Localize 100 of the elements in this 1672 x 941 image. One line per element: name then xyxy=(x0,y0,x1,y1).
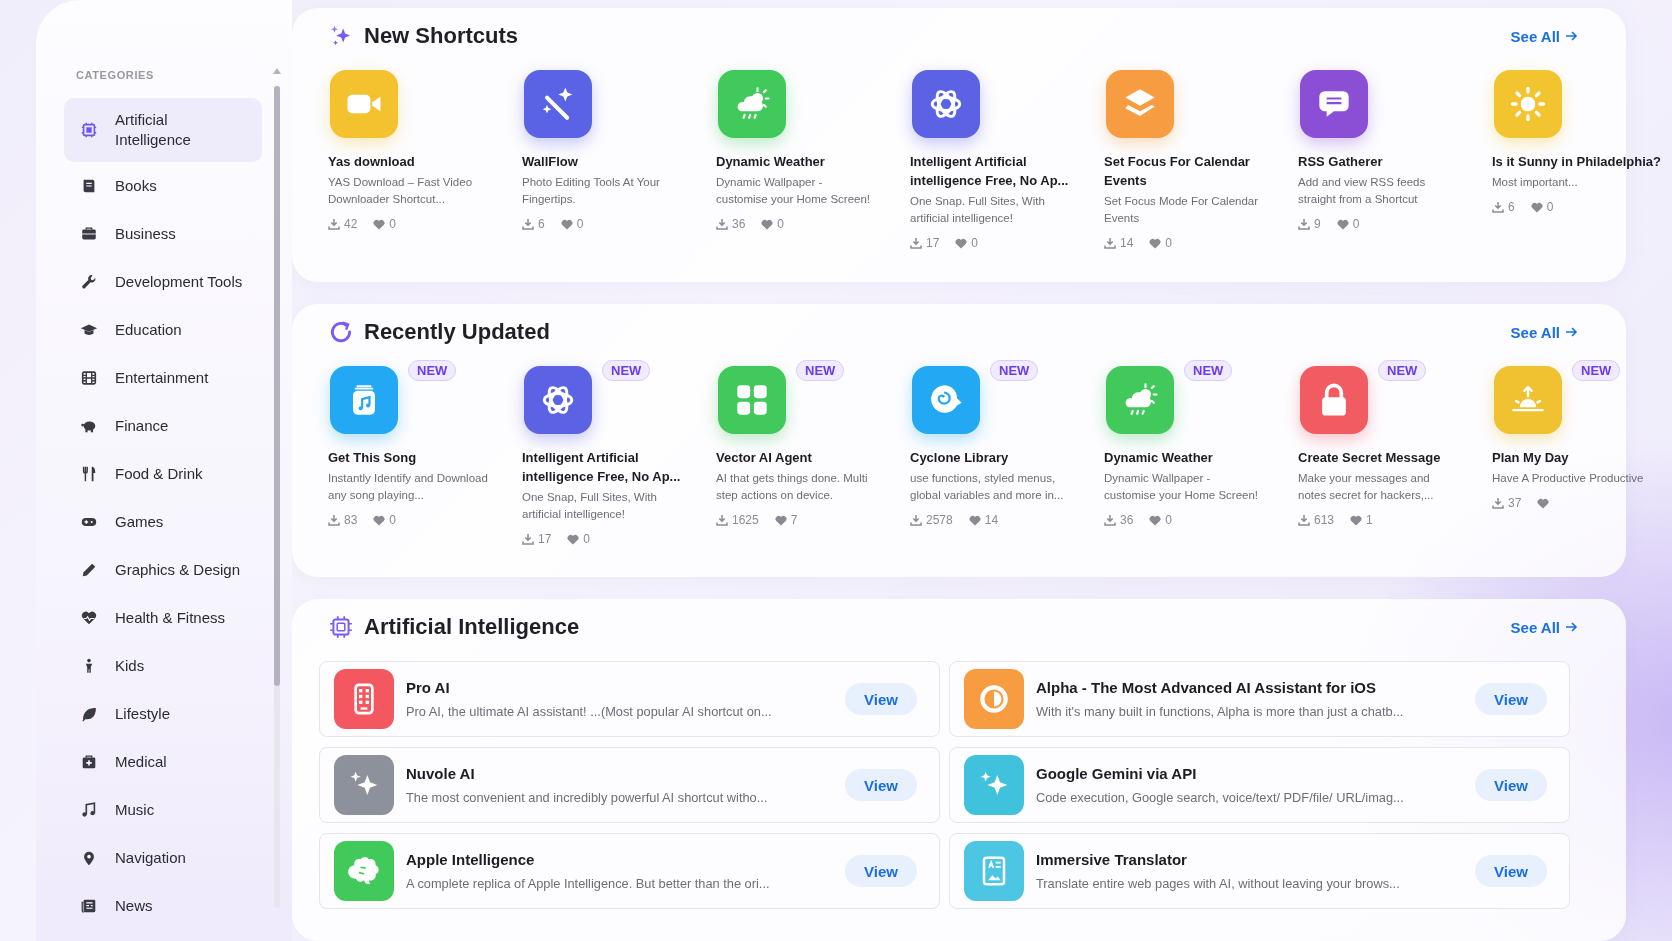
like-count: 0 xyxy=(1165,236,1173,250)
app-tile[interactable] xyxy=(1106,70,1174,138)
download-icon xyxy=(1492,497,1504,509)
shortcut-title[interactable]: Dynamic Weather xyxy=(1104,448,1274,467)
category-item[interactable]: Books xyxy=(64,162,262,210)
shortcut-title[interactable]: WallFlow xyxy=(522,152,692,171)
new-badge: NEW xyxy=(1184,360,1233,381)
shortcut-row[interactable]: Pro AI Pro AI, the ultimate AI assistant! ...(Most popular AI shortcut on... View xyxy=(319,661,940,737)
shortcut-title: Immersive Translator xyxy=(1036,851,1188,868)
view-button[interactable]: View xyxy=(845,769,917,801)
shortcut-description: use functions, styled menus, global variables and more in... xyxy=(910,471,1065,503)
section-title: New Shortcuts xyxy=(364,23,520,49)
heart-icon xyxy=(560,218,573,230)
heart-icon xyxy=(80,609,98,627)
scrollbar[interactable] xyxy=(274,86,280,908)
shortcut-description: Add and view RSS feeds straight from a Shortcut xyxy=(1298,175,1427,207)
shortcut-title[interactable]: Is it Sunny in Philadelphia? xyxy=(1492,152,1662,171)
category-item[interactable]: Lifestyle xyxy=(64,690,262,738)
shortcut-row[interactable]: Immersive Translator Translate entire web pages with AI, without leaving your brows... View xyxy=(949,833,1570,909)
heart-icon xyxy=(1336,218,1349,230)
see-all-link[interactable]: See All xyxy=(1510,27,1588,45)
shortcut-row[interactable]: Alpha - The Most Advanced AI Assistant for iOS With it's many built in functions, Alpha is more than just a chatb... View xyxy=(949,661,1570,737)
like-count: 7 xyxy=(790,513,798,527)
download-count: 6 xyxy=(538,217,545,231)
app-tile[interactable] xyxy=(1106,366,1174,434)
category-item[interactable]: Health & Fitness xyxy=(64,594,262,642)
category-item[interactable]: Education xyxy=(64,306,262,354)
heart-icon xyxy=(1350,514,1363,526)
arrow-right-icon xyxy=(1565,30,1578,42)
heart-icon xyxy=(1149,514,1162,526)
shortcut-row[interactable]: Apple Intelligence A complete replica of Apple Intelligence. But better than the ori... View xyxy=(319,833,940,909)
app-tile[interactable] xyxy=(1300,70,1368,138)
app-tile[interactable] xyxy=(330,366,398,434)
shortcut-description: One Snap. Full Sites, With artificial intelligence! xyxy=(910,194,1046,226)
category-item[interactable]: Entertainment xyxy=(64,354,262,402)
download-count: 17 xyxy=(538,532,552,546)
newspaper-icon xyxy=(80,897,98,915)
see-all-link[interactable]: See All xyxy=(1510,323,1588,341)
category-item[interactable]: Graphics & Design xyxy=(64,546,262,594)
download-count: 6 xyxy=(1508,200,1515,214)
app-tile[interactable] xyxy=(1300,366,1368,434)
app-tile[interactable] xyxy=(718,366,786,434)
category-item[interactable]: Navigation xyxy=(64,834,262,882)
view-button[interactable]: View xyxy=(845,855,917,887)
heart-icon xyxy=(567,533,580,545)
shortcut-description: Set Focus Mode For Calendar Events xyxy=(1104,194,1260,226)
category-item[interactable]: Music xyxy=(64,786,262,834)
arrow-right-icon xyxy=(1565,621,1578,633)
heart-icon xyxy=(1530,201,1543,213)
shortcut-title[interactable]: Set Focus For Calendar Events xyxy=(1104,152,1274,190)
download-count: 613 xyxy=(1314,513,1335,527)
shortcut-title[interactable]: Yas download xyxy=(328,152,498,171)
app-tile[interactable] xyxy=(524,366,592,434)
section-title: Artificial Intelligence xyxy=(364,614,581,640)
shortcut-title[interactable]: Get This Song xyxy=(328,448,498,467)
category-item[interactable]: Food & Drink xyxy=(64,450,262,498)
app-tile[interactable] xyxy=(718,70,786,138)
shortcut-title[interactable]: Cyclone Library xyxy=(910,448,1080,467)
shortcut-title[interactable]: Intelligent Artificial intelligence Free, No Ap... xyxy=(910,152,1080,190)
category-item[interactable]: Business xyxy=(64,210,262,258)
fork-knife-icon xyxy=(80,465,98,483)
app-tile[interactable] xyxy=(330,70,398,138)
category-item[interactable]: Artificial Intelligence xyxy=(64,98,262,162)
shortcut-title[interactable]: RSS Gatherer xyxy=(1298,152,1468,171)
download-count: 14 xyxy=(1120,236,1134,250)
shortcut-title[interactable]: Intelligent Artificial intelligence Free, No Ap... xyxy=(522,448,692,486)
download-icon xyxy=(328,218,340,230)
shortcut-title: Apple Intelligence xyxy=(406,851,536,868)
shortcut-title[interactable]: Create Secret Message xyxy=(1298,448,1468,467)
shortcut-title[interactable]: Vector AI Agent xyxy=(716,448,886,467)
view-button[interactable]: View xyxy=(1475,683,1547,715)
shortcut-title[interactable]: Plan My Day xyxy=(1492,448,1662,467)
download-icon xyxy=(910,514,922,526)
heart-icon xyxy=(373,218,386,230)
shortcut-row[interactable]: Nuvole AI The most convenient and incredibly powerful AI shortcut witho... View xyxy=(319,747,940,823)
section-title: Recently Updated xyxy=(364,319,551,345)
new-badge: NEW xyxy=(602,360,651,381)
app-tile[interactable] xyxy=(912,70,980,138)
scroll-up-arrow-icon[interactable] xyxy=(273,68,281,74)
shortcut-title[interactable]: Dynamic Weather xyxy=(716,152,886,171)
shortcut-description: One Snap, Full Sites, With artificial intelligence! xyxy=(522,490,658,522)
view-button[interactable]: View xyxy=(845,683,917,715)
category-item[interactable]: Finance xyxy=(64,402,262,450)
shortcut-description: Translate entire web pages with AI, without leaving your brows... xyxy=(1036,876,1401,891)
app-tile[interactable] xyxy=(1494,366,1562,434)
app-tile[interactable] xyxy=(1494,70,1562,138)
category-item[interactable]: Games xyxy=(64,498,262,546)
category-item[interactable]: Kids xyxy=(64,642,262,690)
category-item[interactable]: Development Tools xyxy=(64,258,262,306)
see-all-link[interactable]: See All xyxy=(1510,618,1588,636)
app-tile[interactable] xyxy=(912,366,980,434)
heart-icon xyxy=(774,514,787,526)
view-button[interactable]: View xyxy=(1475,769,1547,801)
shortcut-row[interactable]: Google Gemini via API Code execution, Google search, voice/text/ PDF/file/ URL/imag... View xyxy=(949,747,1570,823)
app-tile[interactable] xyxy=(524,70,592,138)
view-button[interactable]: View xyxy=(1475,855,1547,887)
category-item[interactable]: Medical xyxy=(64,738,262,786)
download-count: 36 xyxy=(1120,513,1134,527)
chip-icon xyxy=(328,614,354,640)
category-item[interactable]: News xyxy=(64,882,262,930)
